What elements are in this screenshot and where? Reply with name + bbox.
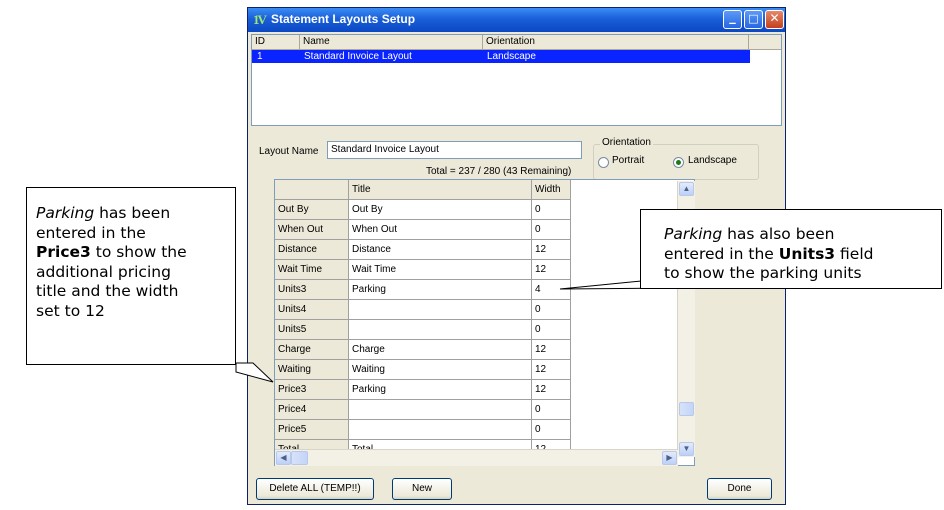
right-callout-text: Parking has also been entered in the Uni… <box>664 225 874 282</box>
left-callout-text: Parking has been entered in the Price3 t… <box>36 204 187 320</box>
left-callout-pointer <box>235 362 274 383</box>
